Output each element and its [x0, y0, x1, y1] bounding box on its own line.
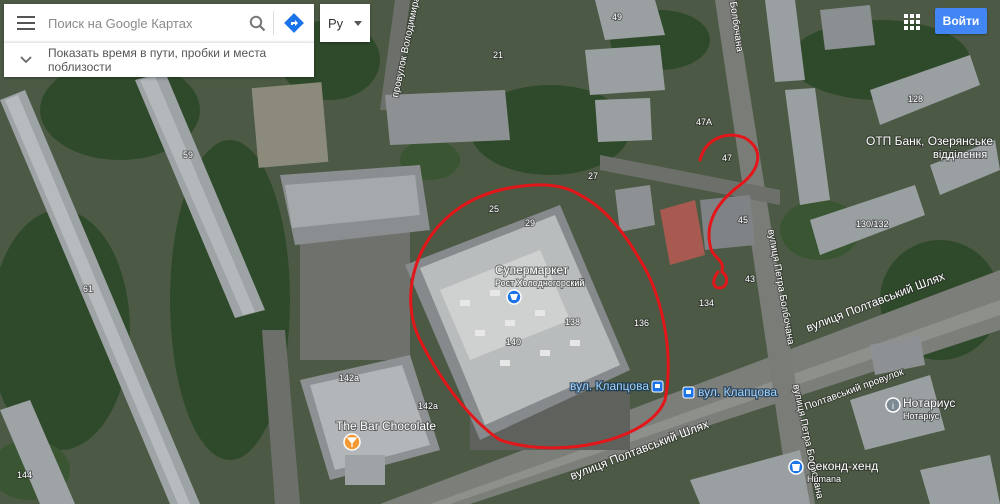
- house-number: 25: [489, 204, 499, 214]
- place-otp-bank[interactable]: ОТП Банк, Озерянське: [865, 133, 994, 149]
- house-number: 128: [908, 94, 923, 104]
- svg-text:i: i: [892, 401, 894, 411]
- chevron-down-icon: [4, 56, 48, 64]
- house-number: 140: [506, 337, 521, 347]
- search-input[interactable]: [48, 8, 241, 38]
- house-number: 43: [745, 274, 755, 284]
- search-box: [4, 4, 314, 42]
- house-number: 47: [722, 153, 732, 163]
- house-number: 29: [525, 218, 535, 228]
- house-number: 134: [699, 298, 714, 308]
- shopping-pin-icon[interactable]: [788, 459, 804, 475]
- transit-stop-label[interactable]: вул. Клапцова: [569, 378, 651, 395]
- signin-button[interactable]: Войти: [935, 8, 987, 34]
- house-number: 136: [634, 318, 649, 328]
- hamburger-icon: [17, 16, 35, 30]
- apps-grid-icon: [904, 14, 920, 30]
- language-label: Ру: [328, 15, 344, 31]
- house-number: 142a: [418, 401, 438, 411]
- search-button[interactable]: [241, 4, 273, 42]
- house-number: 59: [183, 150, 193, 160]
- place-notary-sub: Нотаріус: [903, 411, 940, 421]
- bus-stop-icon-2[interactable]: [682, 386, 695, 399]
- bar-pin-icon[interactable]: [343, 433, 361, 451]
- traffic-label: Показать время в пути, пробки и места по…: [48, 46, 267, 74]
- house-number: 144: [17, 470, 32, 480]
- house-number: 27: [588, 171, 598, 181]
- place-second-hand[interactable]: Секонд-хенд: [806, 458, 879, 474]
- place-notary[interactable]: Нотариус: [902, 395, 956, 411]
- house-number: 142a: [339, 373, 359, 383]
- house-number: 61: [83, 284, 93, 294]
- house-number: 21: [493, 50, 503, 60]
- place-bar[interactable]: The Bar Chocolate: [335, 418, 437, 434]
- search-icon: [249, 15, 265, 31]
- house-number: 138: [565, 317, 580, 327]
- apps-button[interactable]: [902, 12, 922, 32]
- place-supermarket-name[interactable]: Супермаркет: [494, 262, 570, 278]
- house-number: 49: [612, 12, 622, 22]
- directions-button[interactable]: [274, 4, 314, 42]
- place-otp-bank-sub: відділення: [933, 149, 987, 161]
- directions-icon: [284, 13, 304, 33]
- caret-down-icon: [354, 20, 362, 26]
- bus-stop-icon[interactable]: [651, 380, 664, 393]
- menu-button[interactable]: [4, 4, 48, 42]
- transit-stop-label[interactable]: вул. Клапцова: [697, 384, 779, 401]
- house-number: 47A: [696, 117, 712, 127]
- supermarket-pin-icon[interactable]: [506, 289, 522, 305]
- language-selector[interactable]: Ру: [320, 4, 370, 42]
- place-humana: Humana: [807, 474, 841, 484]
- place-supermarket-sub: Рост Холодногорский: [495, 278, 584, 288]
- house-number: 130/132: [856, 219, 889, 229]
- notary-pin-icon[interactable]: i: [885, 397, 901, 413]
- nearby-traffic-toggle[interactable]: Показать время в пути, пробки и места по…: [4, 42, 314, 77]
- house-number: 45: [738, 215, 748, 225]
